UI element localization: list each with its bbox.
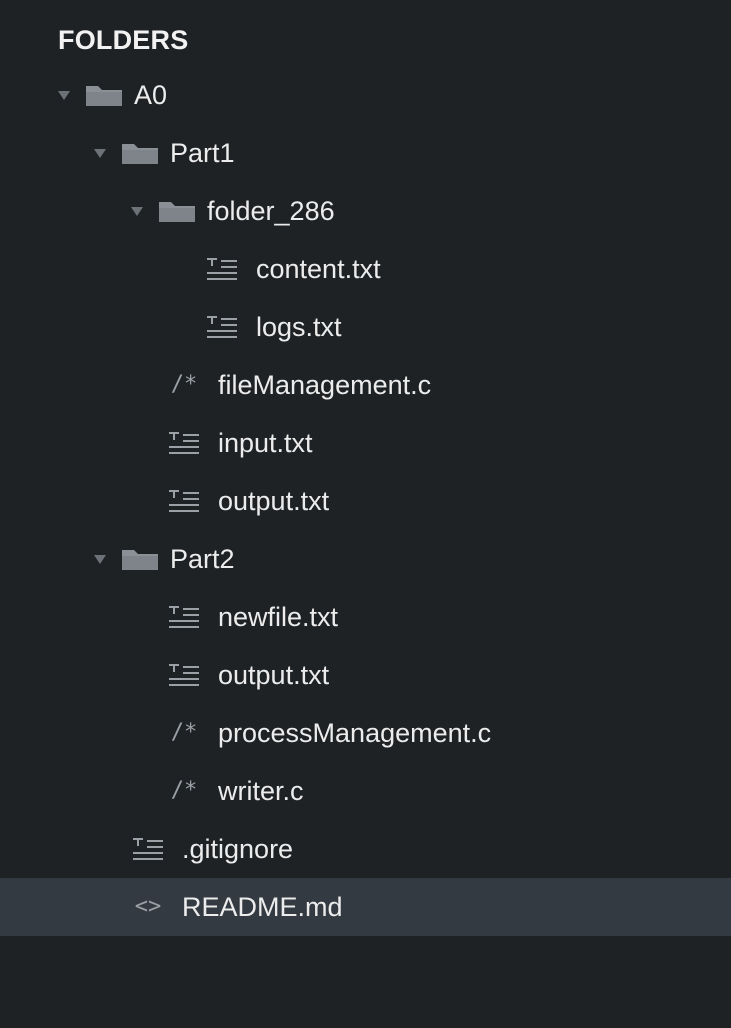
folder-icon [157,198,197,224]
text-file-icon [202,254,242,284]
text-file-icon [164,486,204,516]
tree-item-label: processManagement.c [218,717,492,748]
chevron-down-icon[interactable] [58,90,70,100]
c-source-icon-glyph: /* [170,778,198,803]
tree-item-output-txt[interactable]: output.txt [0,472,731,530]
text-file-icon [164,660,204,690]
folder-icon [84,82,124,108]
c-source-icon: /* [164,370,204,400]
c-source-icon: /* [164,776,204,806]
text-file-icon [164,602,204,632]
tree-item-label: .gitignore [182,833,294,864]
tree-item-label: writer.c [218,775,304,806]
chevron-down-icon[interactable] [94,554,106,564]
tree-item-label: logs.txt [256,311,342,342]
tree-item-label: output.txt [218,659,330,690]
tree-item-label: input.txt [218,427,313,458]
tree-item-label: Part2 [170,543,235,574]
tree-item-filemanagement-c[interactable]: /* fileManagement.c [0,356,731,414]
c-source-icon: /* [164,718,204,748]
tree-item-processmanagement-c[interactable]: /* processManagement.c [0,704,731,762]
tree-item-label: content.txt [256,253,381,284]
tree-item-input-txt[interactable]: input.txt [0,414,731,472]
tree-item-a0[interactable]: A0 [0,66,731,124]
sidebar: FOLDERS A0 Part1 folder_286 content.txt … [0,0,731,1028]
chevron-down-icon[interactable] [94,148,106,158]
tree-item-newfile-txt[interactable]: newfile.txt [0,588,731,646]
file-tree: A0 Part1 folder_286 content.txt logs.txt… [0,66,731,936]
text-file-icon [202,312,242,342]
tree-item-label: folder_286 [207,195,335,226]
markup-icon: <> [128,892,168,922]
text-file-icon [164,428,204,458]
tree-item-label: Part1 [170,137,235,168]
tree-item-gitignore[interactable]: .gitignore [0,820,731,878]
c-source-icon-glyph: /* [170,720,198,745]
folder-icon [120,546,160,572]
tree-item-label: A0 [134,79,168,110]
tree-item-readme-md[interactable]: <> README.md [0,878,731,936]
tree-item-content-txt[interactable]: content.txt [0,240,731,298]
tree-item-logs-txt[interactable]: logs.txt [0,298,731,356]
c-source-icon-glyph: /* [170,372,198,397]
folders-header: FOLDERS [58,25,189,55]
markup-icon-glyph: <> [134,894,162,919]
tree-item-folder-286[interactable]: folder_286 [0,182,731,240]
chevron-down-icon[interactable] [131,206,143,216]
text-file-icon [128,834,168,864]
tree-item-label: README.md [182,891,343,922]
tree-item-output-txt-part2[interactable]: output.txt [0,646,731,704]
tree-item-writer-c[interactable]: /* writer.c [0,762,731,820]
tree-item-label: fileManagement.c [218,369,432,400]
folder-icon [120,140,160,166]
tree-item-label: output.txt [218,485,330,516]
tree-item-part1[interactable]: Part1 [0,124,731,182]
tree-item-label: newfile.txt [218,601,339,632]
tree-item-part2[interactable]: Part2 [0,530,731,588]
